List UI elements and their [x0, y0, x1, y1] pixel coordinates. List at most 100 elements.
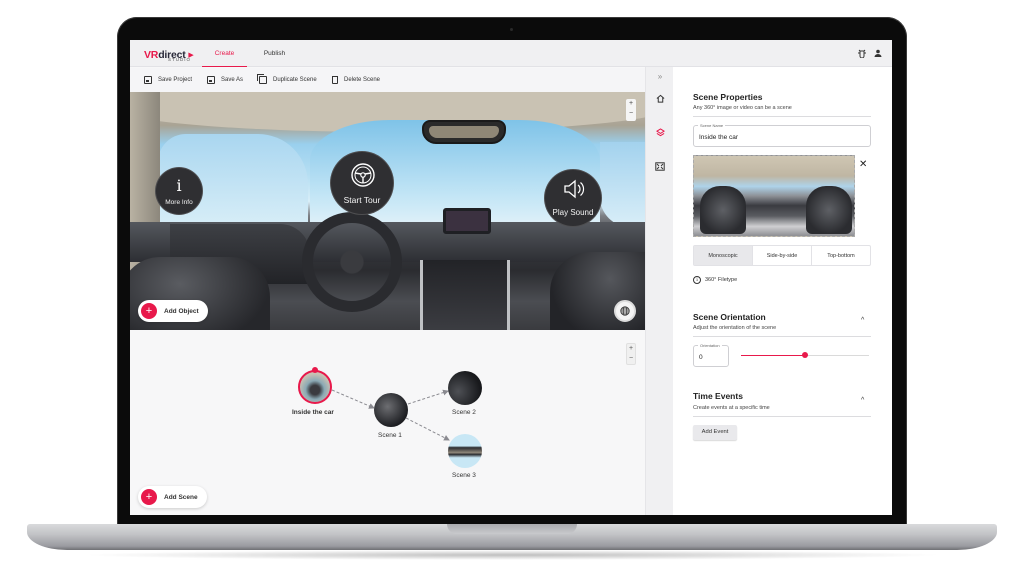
- divider: [693, 416, 871, 417]
- speaker-icon: [564, 179, 585, 199]
- panorama-icon[interactable]: [646, 162, 674, 173]
- scene-orientation-title: Scene Orientation: [693, 312, 766, 322]
- zoom-out-button[interactable]: −: [626, 109, 636, 119]
- user-icon[interactable]: [873, 48, 883, 58]
- hotspot-start-tour[interactable]: Start Tour: [330, 151, 394, 215]
- laptop-shadow: [80, 550, 944, 560]
- save-project-button[interactable]: Save Project: [144, 68, 192, 92]
- edge-inside-scene1: [331, 389, 375, 409]
- scene-graph[interactable]: + − Inside the car Scene 1 Scene 2 Scene…: [130, 330, 645, 515]
- steering-wheel-icon: [351, 163, 375, 187]
- globe-icon: [620, 306, 630, 316]
- scene-properties-title: Scene Properties: [693, 92, 763, 102]
- scene-thumbnail[interactable]: [693, 155, 855, 237]
- panorama-viewer[interactable]: i More Info Start Tour Play Sound + − + …: [130, 92, 645, 330]
- stereo-option-top-bottom[interactable]: Top-bottom: [812, 246, 870, 265]
- duplicate-scene-button[interactable]: Duplicate Scene: [257, 68, 317, 92]
- hotspot-more-info[interactable]: i More Info: [155, 167, 203, 215]
- divider: [693, 336, 871, 337]
- trash-icon: [332, 76, 338, 84]
- selected-node-indicator: [312, 367, 318, 373]
- chevron-up-icon[interactable]: ^: [861, 317, 864, 324]
- top-nav: VRdirect ▶ STUDIO Create Publish: [130, 40, 892, 67]
- scene-node-inside-the-car[interactable]: [298, 370, 332, 404]
- close-icon[interactable]: ✕: [859, 159, 867, 170]
- duplicate-icon: [257, 74, 267, 84]
- duplicate-scene-label: Duplicate Scene: [273, 77, 317, 83]
- layers-icon[interactable]: [646, 128, 674, 139]
- time-events-subtitle: Create events at a specific time: [693, 405, 770, 411]
- scene-properties-subtitle: Any 360° image or video can be a scene: [693, 105, 792, 111]
- bug-icon[interactable]: [857, 48, 867, 59]
- save-project-label: Save Project: [158, 77, 193, 83]
- logo-vr: VR: [144, 49, 159, 61]
- car-steering-wheel: [302, 212, 402, 312]
- scene-node-scene-2[interactable]: [448, 371, 482, 405]
- stereo-option-monoscopic[interactable]: Monoscopic: [694, 246, 753, 265]
- scene-orientation-subtitle: Adjust the orientation of the scene: [693, 325, 777, 331]
- app-logo[interactable]: VRdirect ▶ STUDIO: [144, 45, 194, 63]
- time-events-title: Time Events: [693, 391, 743, 401]
- hotspot-label: Start Tour: [343, 195, 381, 205]
- plus-icon: +: [141, 303, 157, 319]
- properties-panel: Scene Properties Any 360° image or video…: [673, 67, 892, 515]
- orientation-label: Orientation: [698, 343, 722, 348]
- add-scene-button[interactable]: + Add Scene: [138, 486, 207, 508]
- expand-panel-icon[interactable]: »: [646, 72, 674, 81]
- car-rearview-mirror: [422, 120, 506, 144]
- tab-publish[interactable]: Publish: [252, 40, 297, 67]
- orientation-slider[interactable]: [741, 352, 869, 358]
- laptop-mockup: VRdirect ▶ STUDIO Create Publish Save Pr…: [0, 0, 1024, 576]
- car-right-window: [600, 142, 645, 227]
- laptop-notch: [447, 524, 577, 534]
- home-icon[interactable]: [646, 94, 674, 105]
- stereo-option-side-by-side[interactable]: Side-by-side: [753, 246, 812, 265]
- slider-fill: [741, 355, 805, 356]
- tab-create[interactable]: Create: [202, 40, 247, 67]
- filetype-info[interactable]: i 360° Filetype: [693, 276, 737, 284]
- scene-node-scene-1[interactable]: [374, 393, 408, 427]
- orientation-value: 0: [699, 354, 703, 361]
- thumb-seat: [700, 186, 746, 234]
- add-object-label: Add Object: [164, 307, 199, 315]
- info-icon: i: [176, 176, 182, 195]
- hotspot-label: Play Sound: [552, 208, 594, 217]
- scene-node-label: Scene 2: [452, 409, 476, 416]
- globe-button[interactable]: [614, 300, 636, 322]
- viewer-zoom-control: + −: [626, 99, 636, 121]
- hotspot-play-sound[interactable]: Play Sound: [544, 169, 602, 227]
- scene-name-field[interactable]: Scene Name Inside the car: [693, 123, 871, 147]
- zoom-in-button[interactable]: +: [626, 99, 636, 109]
- side-icon-strip: »: [645, 67, 675, 515]
- edge-scene1-scene2: [407, 389, 449, 405]
- save-icon: [144, 76, 152, 84]
- graph-zoom-out-button[interactable]: −: [627, 354, 635, 364]
- scene-node-label: Scene 3: [452, 472, 476, 479]
- orientation-input[interactable]: Orientation 0: [693, 343, 729, 367]
- graph-zoom-control: + −: [626, 343, 636, 365]
- add-object-button[interactable]: + Add Object: [138, 300, 208, 322]
- toolbar: Save Project Save As Duplicate Scene Del…: [130, 68, 645, 92]
- thumb-seat: [806, 186, 852, 234]
- scene-node-scene-3[interactable]: [448, 434, 482, 468]
- save-as-label: Save As: [221, 77, 244, 83]
- add-event-button[interactable]: Add Event: [693, 425, 737, 440]
- save-as-button[interactable]: Save As: [207, 68, 243, 92]
- scene-node-label: Inside the car: [292, 409, 334, 416]
- info-icon: i: [693, 276, 701, 284]
- hotspot-label: More Info: [165, 199, 193, 206]
- delete-scene-button[interactable]: Delete Scene: [332, 68, 380, 92]
- slider-thumb[interactable]: [802, 352, 808, 358]
- delete-scene-label: Delete Scene: [344, 77, 381, 83]
- laptop-camera: [510, 28, 513, 31]
- car-console: [420, 260, 510, 330]
- divider: [693, 116, 871, 117]
- app-screen: VRdirect ▶ STUDIO Create Publish Save Pr…: [130, 40, 892, 515]
- logo-subtitle: STUDIO: [168, 57, 192, 62]
- edge-scene1-scene3: [405, 417, 450, 441]
- filetype-label: 360° Filetype: [705, 277, 738, 283]
- chevron-up-icon[interactable]: ^: [861, 397, 864, 404]
- scene-node-label: Scene 1: [378, 432, 402, 439]
- plus-icon: +: [141, 489, 157, 505]
- graph-zoom-in-button[interactable]: +: [627, 344, 635, 354]
